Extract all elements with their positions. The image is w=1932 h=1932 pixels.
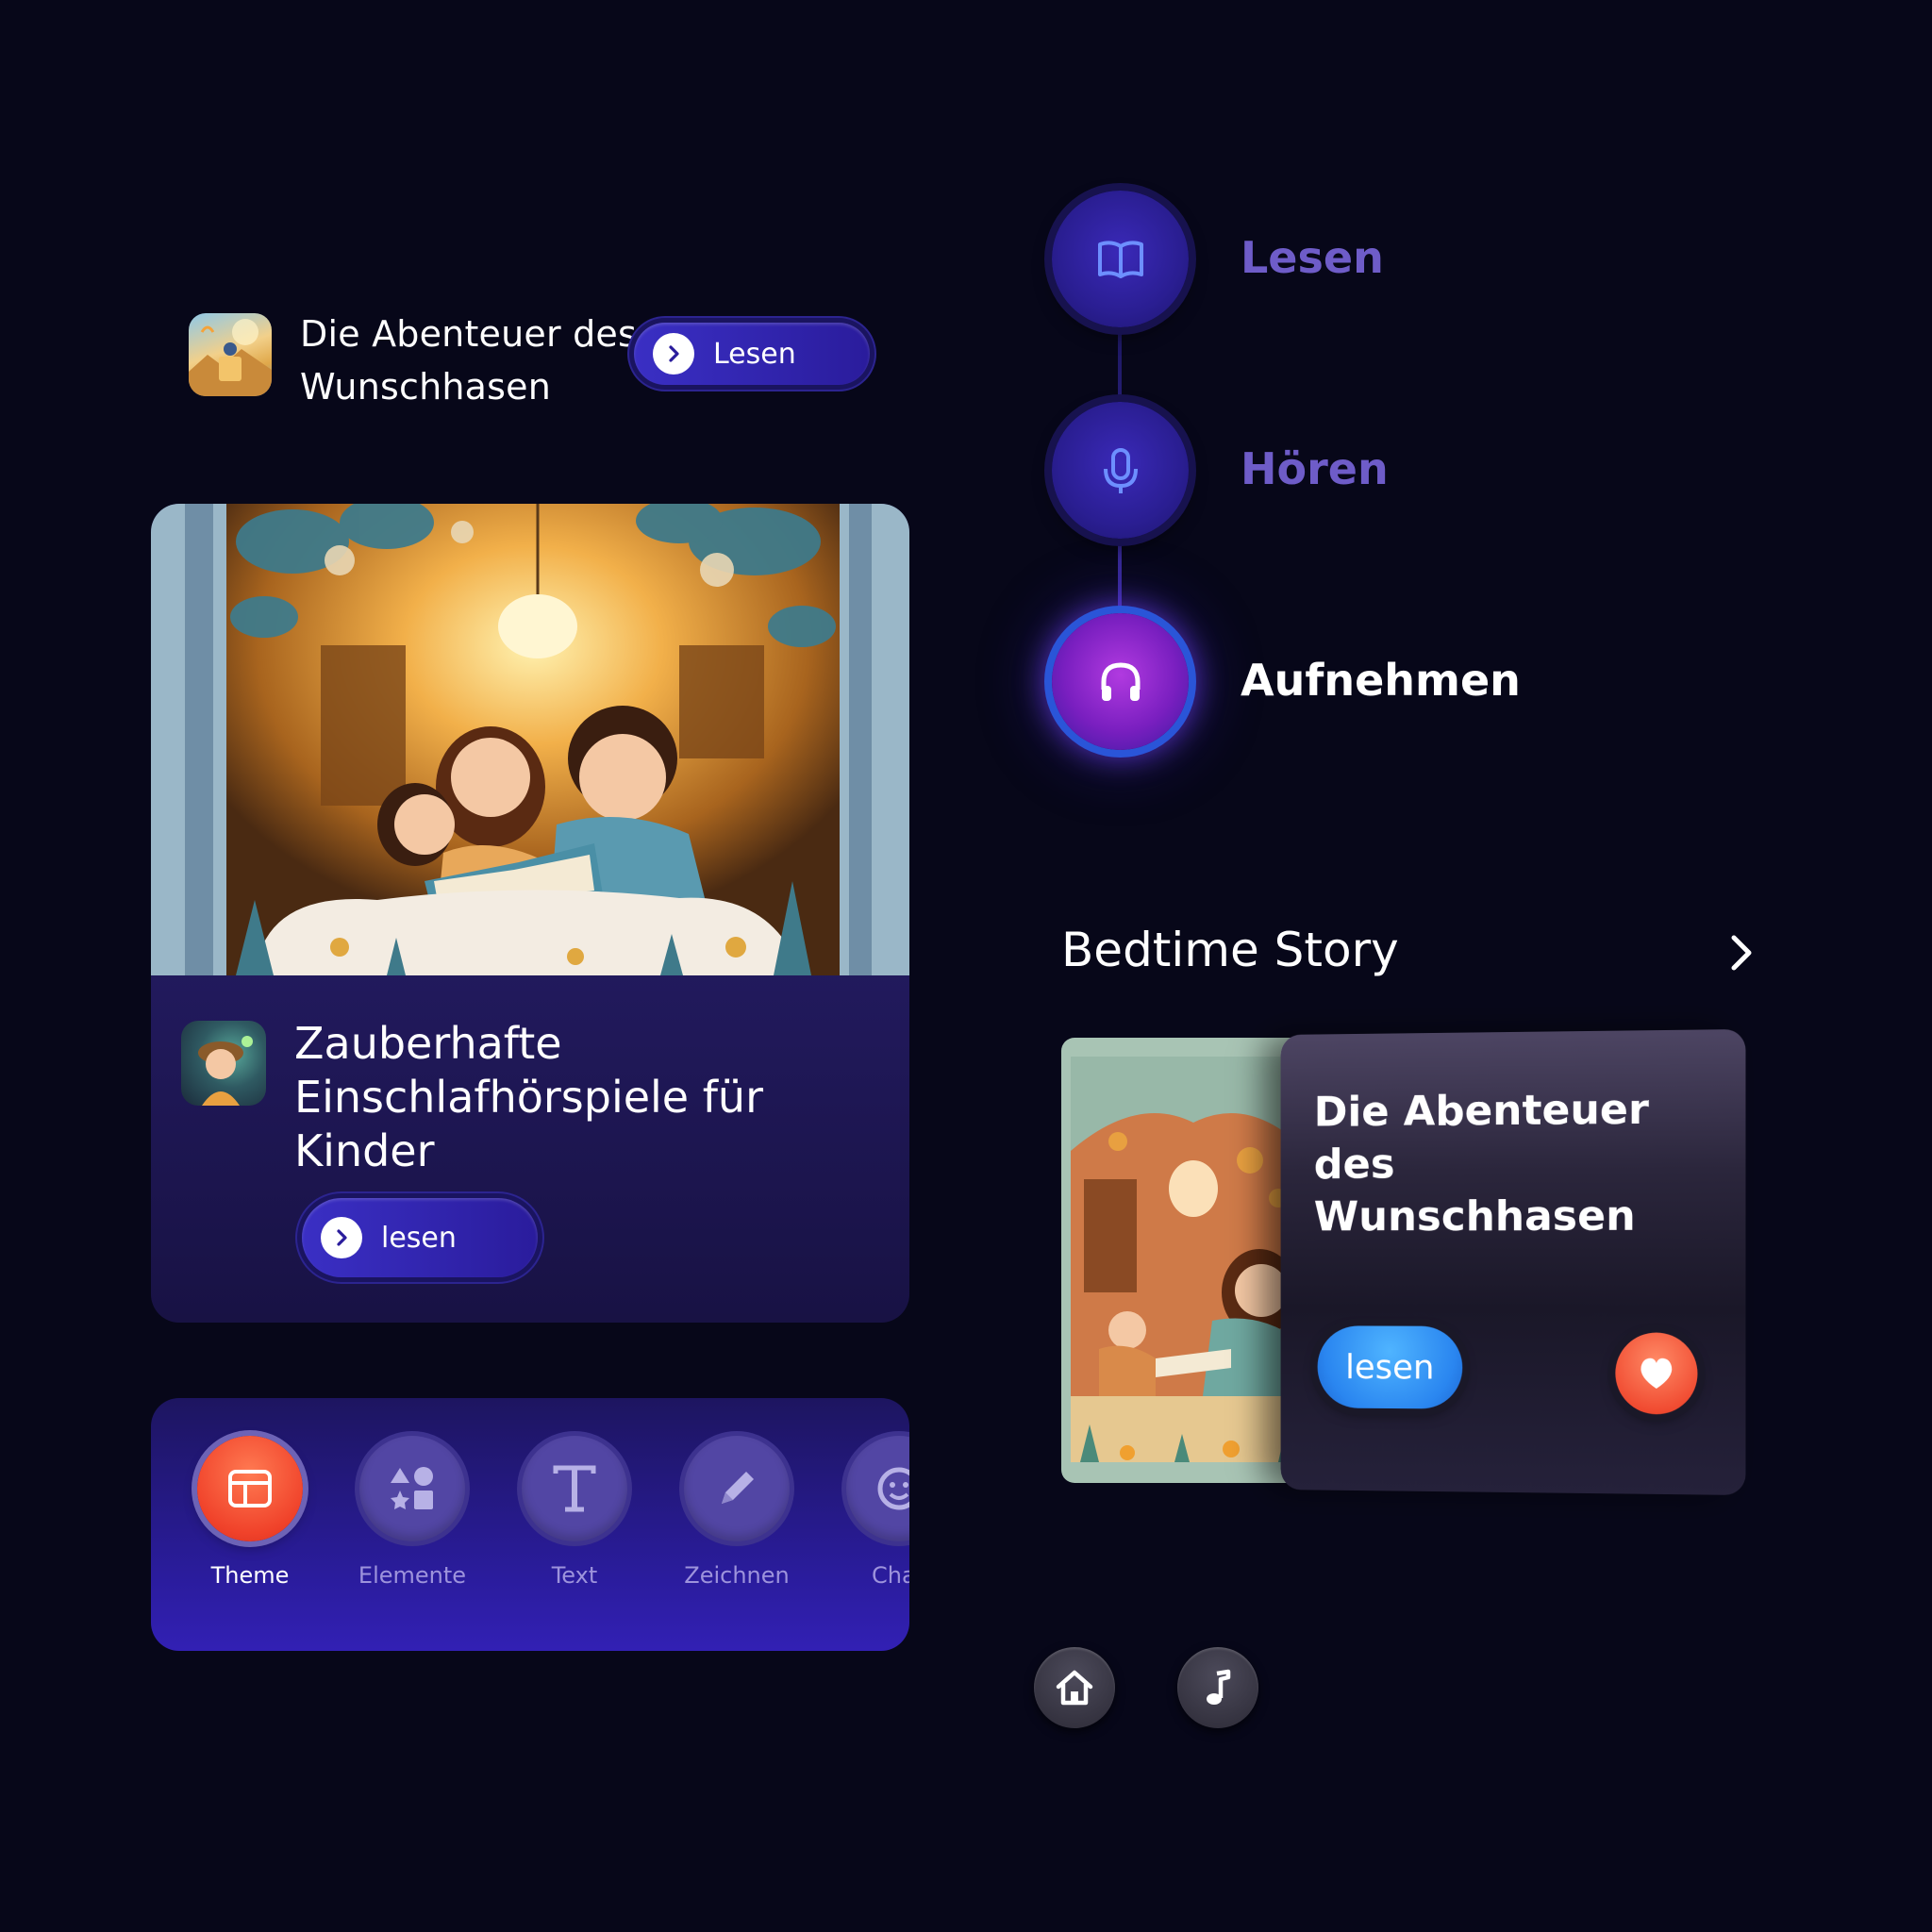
favorite-button[interactable] (1615, 1332, 1698, 1415)
home-icon (1056, 1670, 1093, 1706)
mode-label-record: Aufnehmen (1241, 655, 1521, 706)
tool-elements[interactable]: Elemente (341, 1436, 483, 1589)
theme-icon (197, 1436, 303, 1541)
tool-label-text: Text (551, 1562, 598, 1589)
chevron-right-icon (321, 1217, 362, 1258)
bedtime-story-card[interactable]: Die Abenteuer des Wunschhasen lesen (1280, 1028, 1746, 1496)
mini-story-read-button[interactable]: Lesen (634, 323, 870, 385)
headphones-icon (1052, 613, 1189, 750)
tool-theme[interactable]: Theme (179, 1436, 321, 1589)
tool-label-theme: Theme (210, 1562, 290, 1589)
chevron-right-icon[interactable] (1723, 926, 1760, 979)
featured-story-read-label: lesen (381, 1221, 457, 1255)
bedtime-story-illustration[interactable] (1061, 1038, 1316, 1483)
featured-story-illustration (151, 504, 909, 975)
mini-story-title: Die Abenteuer des Wunschhasen (300, 313, 637, 408)
bedtime-story-title: Die Abenteuer des Wunschhasen (1313, 1085, 1649, 1241)
mini-story-read-label: Lesen (713, 337, 796, 371)
tool-label-character: Chara (872, 1562, 909, 1589)
mode-read[interactable]: Lesen (1052, 191, 1618, 332)
elements-icon (359, 1436, 465, 1541)
music-button[interactable] (1177, 1647, 1258, 1728)
featured-story-read-button[interactable]: lesen (302, 1198, 538, 1277)
chevron-right-icon (653, 333, 694, 375)
featured-story-card[interactable]: Zauberhafte Einschlafhörspiele für Kinde… (151, 504, 909, 1323)
mode-label-listen: Hören (1241, 443, 1389, 494)
bedtime-read-button[interactable]: lesen (1317, 1325, 1463, 1409)
mode-label-read: Lesen (1241, 232, 1384, 283)
tool-label-elements: Elemente (358, 1562, 467, 1589)
editor-toolbar: Theme Elemente Text Zeichnen Chara (151, 1398, 909, 1651)
mode-listen[interactable]: Hören (1052, 402, 1618, 543)
featured-story-avatar (181, 1021, 266, 1106)
pencil-icon (684, 1436, 790, 1541)
mini-story-thumbnail[interactable] (189, 313, 272, 396)
featured-story-title: Zauberhafte Einschlafhörspiele für Kinde… (294, 1018, 763, 1176)
book-icon (1052, 191, 1189, 327)
tool-draw[interactable]: Zeichnen (666, 1436, 808, 1589)
microphone-icon (1052, 402, 1189, 539)
text-icon (522, 1436, 627, 1541)
tool-label-draw: Zeichnen (684, 1562, 790, 1589)
bedtime-section-title: Bedtime Story (1061, 923, 1399, 977)
mode-record[interactable]: Aufnehmen (1052, 613, 1618, 755)
heart-icon (1641, 1357, 1673, 1390)
home-button[interactable] (1034, 1647, 1115, 1728)
tool-text[interactable]: Text (504, 1436, 645, 1589)
character-icon (846, 1436, 909, 1541)
tool-character[interactable]: Chara (828, 1436, 909, 1589)
music-note-icon (1207, 1669, 1231, 1705)
